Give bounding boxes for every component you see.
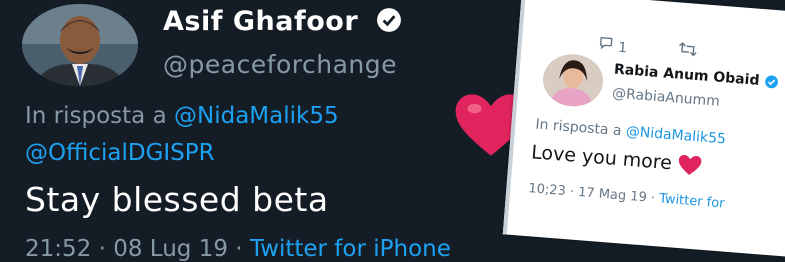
reply-prefix: In risposta a [25, 103, 167, 129]
mention-link[interactable]: @NidaMalik55 [625, 124, 726, 148]
comment-icon [599, 36, 613, 50]
reply-count: 1 [617, 39, 628, 57]
source-link[interactable]: Twitter for iPhone [250, 236, 451, 262]
asif-ghafoor-avatar[interactable] [22, 4, 138, 86]
retweet-icon [678, 42, 697, 57]
author-name-text: Asif Ghafoor [163, 6, 359, 37]
reply-tweet-meta: 10;23 · 17 Mag 19 · Twitter for [528, 181, 725, 211]
tweet-actions: 1 [597, 34, 698, 62]
reply-tweet-text-content: Love you more [530, 141, 673, 175]
reply-timestamp[interactable]: 10;23 · 17 Mag 19 · [528, 181, 656, 206]
heart-icon [678, 155, 702, 175]
tweet-meta: 21:52 · 08 Lug 19 · Twitter for iPhone [25, 236, 451, 262]
reply-tweet-text: Love you more [530, 141, 702, 176]
mention-link-2[interactable]: @OfficialDGISPR [25, 140, 215, 166]
timestamp[interactable]: 21:52 · 08 Lug 19 · [25, 236, 243, 262]
mention-link[interactable]: @NidaMalik55 [174, 103, 339, 129]
author-name[interactable]: Asif Ghafoor [163, 6, 402, 37]
retweet-button[interactable] [677, 40, 699, 62]
tweet-text: Stay blessed beta [25, 180, 329, 219]
reply-tweet-card: 1 Rabia Anum Obaid @RabiaAnumm In rispos… [502, 0, 785, 260]
comment-button[interactable]: 1 [597, 34, 628, 56]
reply-prefix: In risposta a [534, 116, 623, 140]
reply-author-name[interactable]: Rabia Anum Obaid [613, 61, 778, 90]
reply-author-handle[interactable]: @RabiaAnumm [612, 85, 721, 109]
reply-context: In risposta a @NidaMalik55 [25, 103, 339, 129]
author-handle[interactable]: @peaceforchange [163, 50, 397, 79]
rabia-avatar[interactable] [541, 52, 606, 109]
reply-source-link[interactable]: Twitter for [659, 191, 726, 211]
verified-badge-icon [764, 75, 778, 89]
verified-badge-icon [377, 7, 401, 32]
reply-author-name-text: Rabia Anum Obaid [613, 61, 761, 89]
